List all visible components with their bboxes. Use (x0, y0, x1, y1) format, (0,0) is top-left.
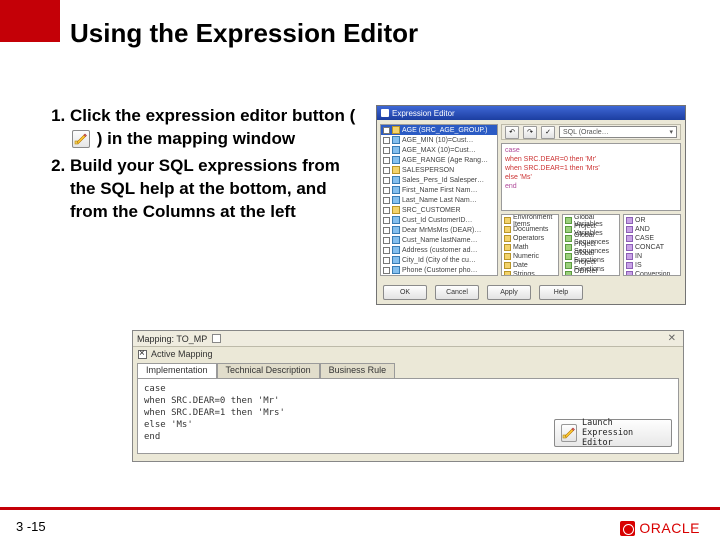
ee-titlebar: Expression Editor (377, 106, 685, 120)
help-item: Documents (513, 226, 548, 233)
help-item: IS (635, 262, 642, 269)
tree-item-label: Phone (Customer pho… (402, 267, 477, 274)
help-item: ODIRef Functions (574, 268, 617, 277)
close-icon[interactable]: ✕ (665, 333, 679, 344)
launch-expression-editor-button[interactable]: Launch Expression Editor (554, 419, 672, 447)
mapping-tabs: Implementation Technical Description Bus… (133, 361, 683, 378)
help-col-vars[interactable]: Global Variables Project Variables Globa… (562, 214, 620, 276)
step-1-text-a: Click the expression editor button ( (70, 106, 355, 125)
tree-item-label: AGE_RANGE (Age Rang… (402, 157, 488, 164)
tab-implementation[interactable]: Implementation (137, 363, 217, 379)
pencil-icon (561, 424, 577, 442)
header-accent-block (0, 0, 60, 42)
expression-editor-window: Expression Editor AGE (SRC_AGE_GROUP.) A… (376, 105, 686, 305)
figures-column: Expression Editor AGE (SRC_AGE_GROUP.) A… (376, 105, 684, 315)
help-item: IN (635, 253, 642, 260)
tree-item-label: First_Name First Nam… (402, 187, 477, 194)
help-item: AND (635, 226, 650, 233)
help-item: OR (635, 217, 646, 224)
launch-button-label: Launch Expression Editor (582, 418, 665, 448)
pin-icon[interactable] (212, 334, 221, 343)
page-number: 3 -15 (16, 519, 46, 534)
help-item: Strings (513, 271, 535, 276)
tree-item-label: City_Id (City of the cu… (402, 257, 476, 264)
ee-button-row: OK Cancel Apply Help (383, 285, 583, 300)
page-title: Using the Expression Editor (70, 18, 418, 49)
code-line: else 'Ms' (505, 173, 677, 182)
ee-right-pane: ↶ ↷ ✓ SQL (Oracle… ▾ case when SRC.DEAR=… (501, 124, 681, 276)
steps-column: Click the expression editor button ( ) i… (36, 105, 376, 315)
brand-text: ORACLE (639, 520, 700, 536)
oracle-icon (620, 521, 635, 536)
tree-item-label: Sales_Pers_Id Salesper… (402, 177, 484, 184)
tree-item-label: Cust_Name lastName… (402, 237, 477, 244)
ee-toolbar: ↶ ↷ ✓ SQL (Oracle… ▾ (501, 124, 681, 140)
tab-technical-description[interactable]: Technical Description (217, 363, 320, 379)
help-button[interactable]: Help (539, 285, 583, 300)
tree-item-label: SALESPERSON (402, 167, 454, 174)
syntax-dropdown[interactable]: SQL (Oracle… ▾ (559, 126, 677, 138)
tree-item-label: Address (customer ad… (402, 247, 477, 254)
code-line: when SRC.DEAR=0 then 'Mr' (505, 155, 677, 164)
brand-logo: ORACLE (620, 520, 700, 536)
tree-item-label: AGE_MIN (10)=Cust… (402, 137, 473, 144)
step-1-text-b: ) in the mapping window (97, 129, 295, 148)
mapping-title: Mapping: TO_MP (137, 334, 207, 344)
mapping-panel: Mapping: TO_MP ✕ Active Mapping Implemen… (132, 330, 684, 462)
help-item: CASE (635, 235, 654, 242)
help-col-categories[interactable]: Environment Items Documents Operators Ma… (501, 214, 559, 276)
chevron-down-icon: ▾ (669, 128, 673, 136)
steps-list: Click the expression editor button ( ) i… (36, 105, 368, 224)
help-col-ops[interactable]: OR AND CASE CONCAT IN IS Conversion (623, 214, 681, 276)
help-item: Operators (513, 235, 544, 242)
mapping-subheader: Active Mapping (133, 347, 683, 361)
tree-item-label: AGE (SRC_AGE_GROUP.) (402, 127, 487, 134)
tree-item-label: SRC_CUSTOMER (402, 207, 461, 214)
window-icon (381, 109, 389, 117)
step-2: Build your SQL expressions from the SQL … (70, 155, 368, 224)
help-item: CONCAT (635, 244, 664, 251)
code-line: when SRC.DEAR=0 then 'Mr' (144, 395, 672, 407)
help-item: Conversion (635, 271, 670, 276)
ee-sql-help: Environment Items Documents Operators Ma… (501, 214, 681, 276)
active-mapping-label: Active Mapping (151, 349, 213, 359)
step-1: Click the expression editor button ( ) i… (70, 105, 368, 151)
tree-item-label: Cust_Id CustomerID… (402, 217, 472, 224)
code-line: case (144, 383, 672, 395)
active-mapping-checkbox[interactable] (138, 350, 147, 359)
ee-body: AGE (SRC_AGE_GROUP.) AGE_MIN (10)=Cust… … (377, 120, 685, 280)
mapping-header: Mapping: TO_MP ✕ (133, 331, 683, 347)
tab-business-rule[interactable]: Business Rule (320, 363, 396, 379)
undo-button[interactable]: ↶ (505, 126, 519, 139)
apply-button[interactable]: Apply (487, 285, 531, 300)
redo-button[interactable]: ↷ (523, 126, 537, 139)
code-line: case (505, 147, 520, 154)
help-item: Math (513, 244, 529, 251)
ee-columns-tree[interactable]: AGE (SRC_AGE_GROUP.) AGE_MIN (10)=Cust… … (380, 124, 498, 276)
mapping-code-editor[interactable]: case when SRC.DEAR=0 then 'Mr' when SRC.… (137, 378, 679, 454)
content-row: Click the expression editor button ( ) i… (36, 105, 684, 315)
help-item: Numeric (513, 253, 539, 260)
tree-item-label: Last_Name Last Nam… (402, 197, 477, 204)
help-item: Date (513, 262, 528, 269)
code-line: when SRC.DEAR=1 then 'Mrs' (505, 164, 677, 173)
ok-button[interactable]: OK (383, 285, 427, 300)
ee-expression-textarea[interactable]: case when SRC.DEAR=0 then 'Mr' when SRC.… (501, 143, 681, 211)
code-line: end (505, 183, 517, 190)
tree-item-label: Dear MrMsMrs (DEAR)… (402, 227, 481, 234)
ee-title: Expression Editor (392, 109, 455, 118)
syntax-dropdown-label: SQL (Oracle… (563, 129, 609, 136)
footer-divider (0, 507, 720, 510)
validate-button[interactable]: ✓ (541, 126, 555, 139)
cancel-button[interactable]: Cancel (435, 285, 479, 300)
expression-editor-icon (72, 130, 90, 148)
tree-item-label: AGE_MAX (10)=Cust… (402, 147, 476, 154)
